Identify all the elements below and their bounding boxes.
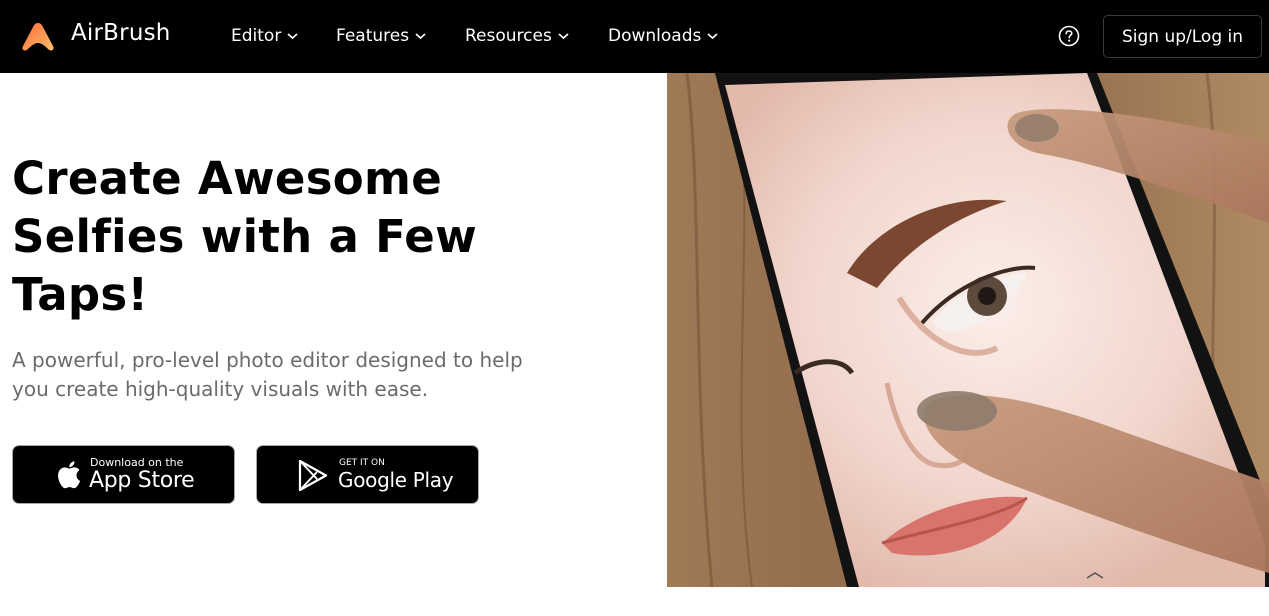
help-circle-icon[interactable] [1058, 25, 1080, 47]
airbrush-logo-icon[interactable] [21, 20, 55, 52]
nav-features[interactable]: Features [336, 25, 426, 47]
signup-login-button[interactable]: Sign up/Log in [1103, 15, 1262, 58]
chevron-down-icon [287, 33, 298, 40]
chevron-down-icon [707, 33, 718, 40]
chevron-down-icon [415, 33, 426, 40]
hero-subheading: A powerful, pro-level photo editor desig… [12, 346, 572, 404]
subheading-line: A powerful, pro-level photo editor desig… [12, 348, 523, 372]
app-store-button[interactable]: Download on the App Store [12, 445, 235, 504]
top-nav: AirBrush Editor Features Resources Downl… [0, 0, 1269, 73]
headline-line: Taps! [12, 268, 149, 321]
nav-resources[interactable]: Resources [465, 25, 569, 47]
google-play-button[interactable]: GET IT ON Google Play [256, 445, 479, 504]
headline-line: Selfies with a Few [12, 210, 477, 263]
subheading-line: you create high-quality visuals with eas… [12, 377, 429, 401]
chevron-down-icon [558, 33, 569, 40]
nav-downloads[interactable]: Downloads [608, 25, 718, 47]
google-play-big-text: Google Play [338, 468, 454, 492]
nav-features-label: Features [336, 26, 410, 46]
nav-editor-label: Editor [231, 26, 282, 46]
headline-line: Create Awesome [12, 152, 443, 205]
nav-editor[interactable]: Editor [231, 25, 298, 47]
hero-photo-editing-image [667, 73, 1269, 587]
hero-headline: Create Awesome Selfies with a Few Taps! [12, 150, 612, 324]
nav-downloads-label: Downloads [608, 26, 702, 46]
apple-icon [58, 461, 81, 489]
google-play-icon [298, 459, 328, 492]
app-store-big-text: App Store [89, 468, 195, 493]
nav-resources-label: Resources [465, 26, 552, 46]
google-play-small-text: GET IT ON [339, 458, 385, 468]
brand-name[interactable]: AirBrush [71, 20, 171, 46]
